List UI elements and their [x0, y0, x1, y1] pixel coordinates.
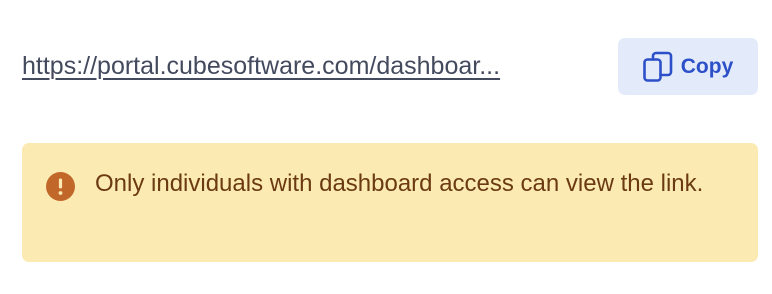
exclamation-circle-icon: [46, 172, 75, 201]
copy-button-label: Copy: [680, 54, 734, 78]
share-url-link[interactable]: https://portal.cubesoftware.com/dashboar…: [22, 52, 608, 81]
alert-message: Only individuals with dashboard access c…: [95, 170, 704, 197]
copy-button[interactable]: Copy: [618, 38, 758, 95]
copy-icon: [642, 51, 673, 83]
share-link-row: https://portal.cubesoftware.com/dashboar…: [22, 38, 758, 95]
access-warning-alert: Only individuals with dashboard access c…: [22, 143, 758, 262]
share-link-panel: https://portal.cubesoftware.com/dashboar…: [0, 0, 772, 294]
